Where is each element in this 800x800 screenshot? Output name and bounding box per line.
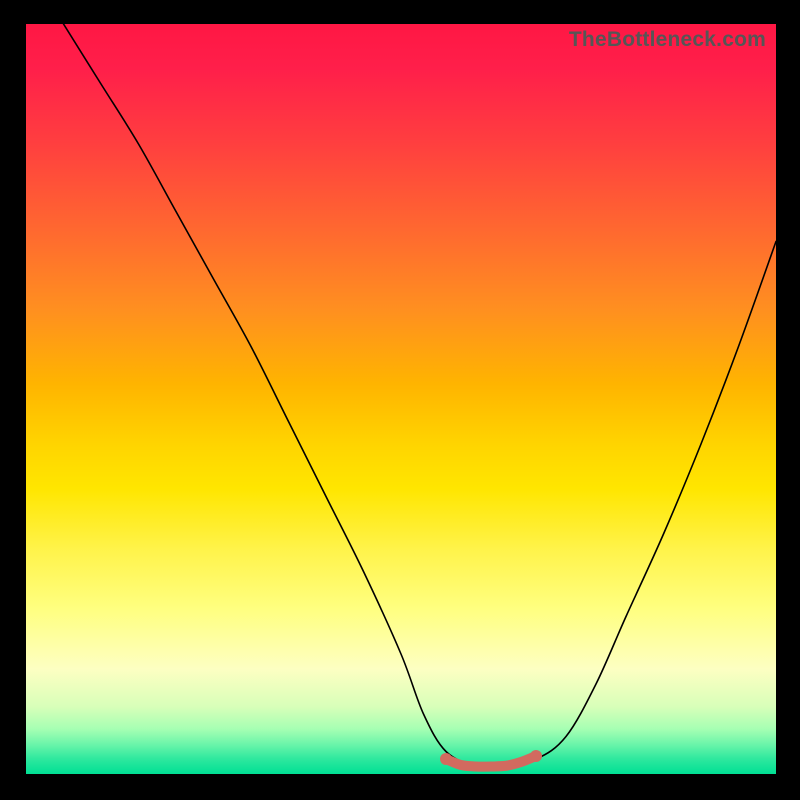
plot-area: TheBottleneck.com xyxy=(26,24,776,774)
chart-frame: TheBottleneck.com xyxy=(0,0,800,800)
bottleneck-curve xyxy=(26,24,776,774)
